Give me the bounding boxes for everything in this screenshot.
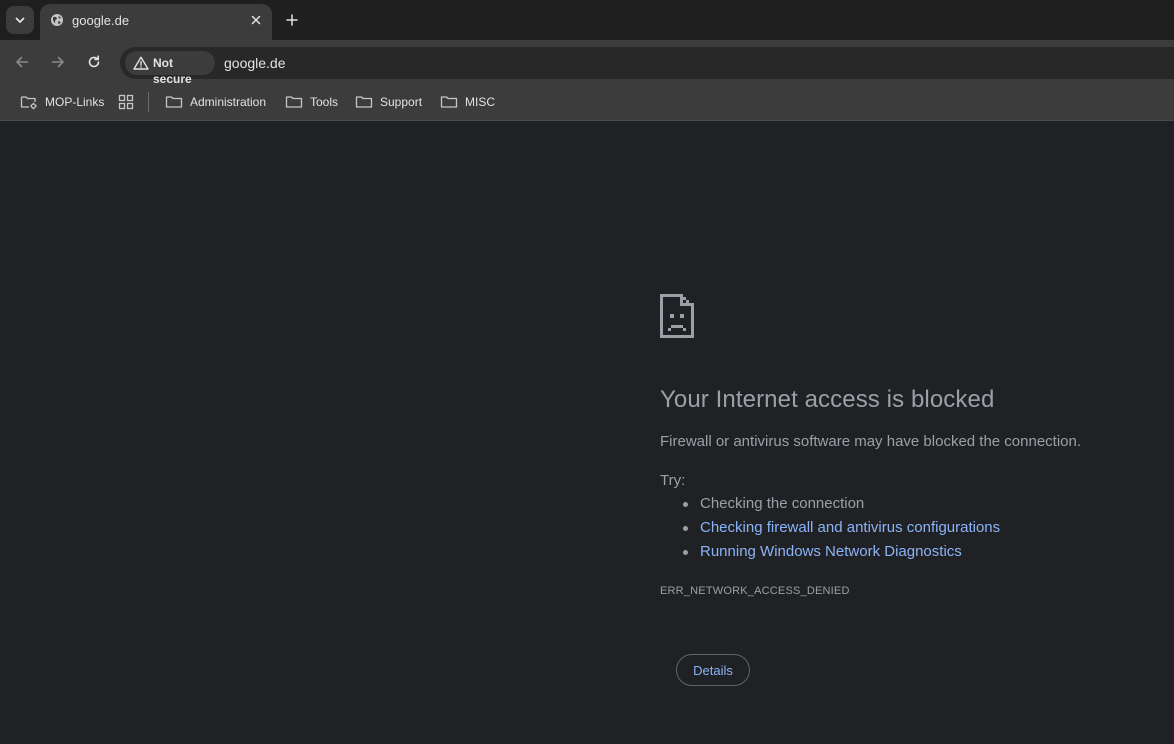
sad-document-icon — [660, 294, 694, 338]
bookmark-label: Support — [380, 95, 423, 109]
close-icon — [251, 15, 261, 25]
try-label: Try: — [660, 472, 686, 489]
bullet — [683, 502, 688, 507]
error-description: Firewall or antivirus software may have … — [660, 433, 1082, 450]
suggestion-check-connection: Checking the connection — [700, 495, 865, 512]
bookmarks-bar: MOP-Links Administration Tools Support M… — [0, 84, 1174, 121]
bullet — [683, 526, 688, 531]
bookmark-label: MOP-Links — [45, 95, 105, 109]
reload-icon — [88, 55, 100, 68]
chevron-down-icon — [15, 17, 25, 23]
bullet — [683, 550, 688, 555]
warning-icon — [133, 56, 149, 70]
tab-close-button[interactable] — [248, 12, 264, 28]
tab-strip: google.de — [0, 0, 1174, 40]
tab-title: google.de — [72, 13, 130, 28]
toolbar: Not secure google.de — [0, 40, 1174, 86]
link-check-firewall[interactable]: Checking firewall and antivirus configur… — [700, 519, 1000, 536]
globe-icon — [51, 14, 63, 26]
bookmark-label: MISC — [465, 95, 495, 109]
url-text[interactable]: google.de — [224, 54, 286, 72]
security-label: Not secure — [153, 56, 192, 86]
list-item: Running Windows Network Diagnostics — [660, 542, 1000, 566]
folder-gear-icon — [20, 96, 37, 110]
arrow-left-icon — [16, 56, 29, 68]
list-item: Checking the connection — [660, 494, 1000, 518]
details-button[interactable]: Details — [676, 654, 750, 686]
bookmark-folder-support[interactable]: Support — [355, 92, 422, 112]
folder-icon — [285, 96, 303, 108]
folder-icon — [440, 96, 458, 108]
bookmark-label: Administration — [190, 95, 267, 109]
bookmark-label: Tools — [310, 95, 339, 109]
apps-grid-icon — [118, 94, 134, 110]
suggestions-list: Checking the connection Checking firewal… — [660, 494, 1000, 566]
site-info-chip[interactable]: Not secure — [125, 51, 215, 86]
error-code: ERR_NETWORK_ACCESS_DENIED — [660, 585, 850, 597]
bookmark-apps[interactable] — [118, 92, 134, 112]
bookmark-folder-tools[interactable]: Tools — [285, 92, 338, 112]
list-item: Checking firewall and antivirus configur… — [660, 518, 1000, 542]
forward-button[interactable] — [48, 52, 68, 72]
active-tab[interactable]: google.de — [40, 4, 272, 40]
tab-search-button[interactable] — [6, 6, 34, 34]
folder-icon — [165, 96, 183, 108]
error-page: Your Internet access is blocked Firewall… — [0, 121, 1174, 744]
bookmarks-separator — [148, 92, 149, 112]
reload-button[interactable] — [84, 52, 104, 72]
plus-icon — [286, 14, 298, 26]
link-network-diagnostics[interactable]: Running Windows Network Diagnostics — [700, 543, 962, 560]
arrow-right-icon — [51, 56, 64, 68]
bookmark-folder-administration[interactable]: Administration — [165, 92, 266, 112]
new-tab-button[interactable] — [282, 10, 302, 30]
back-button[interactable] — [12, 52, 32, 72]
error-heading: Your Internet access is blocked — [660, 386, 995, 413]
bookmark-folder-misc[interactable]: MISC — [440, 92, 495, 112]
folder-icon — [355, 96, 373, 108]
bookmark-mop-links[interactable]: MOP-Links — [20, 92, 104, 112]
address-bar[interactable]: Not secure google.de — [120, 47, 1174, 86]
